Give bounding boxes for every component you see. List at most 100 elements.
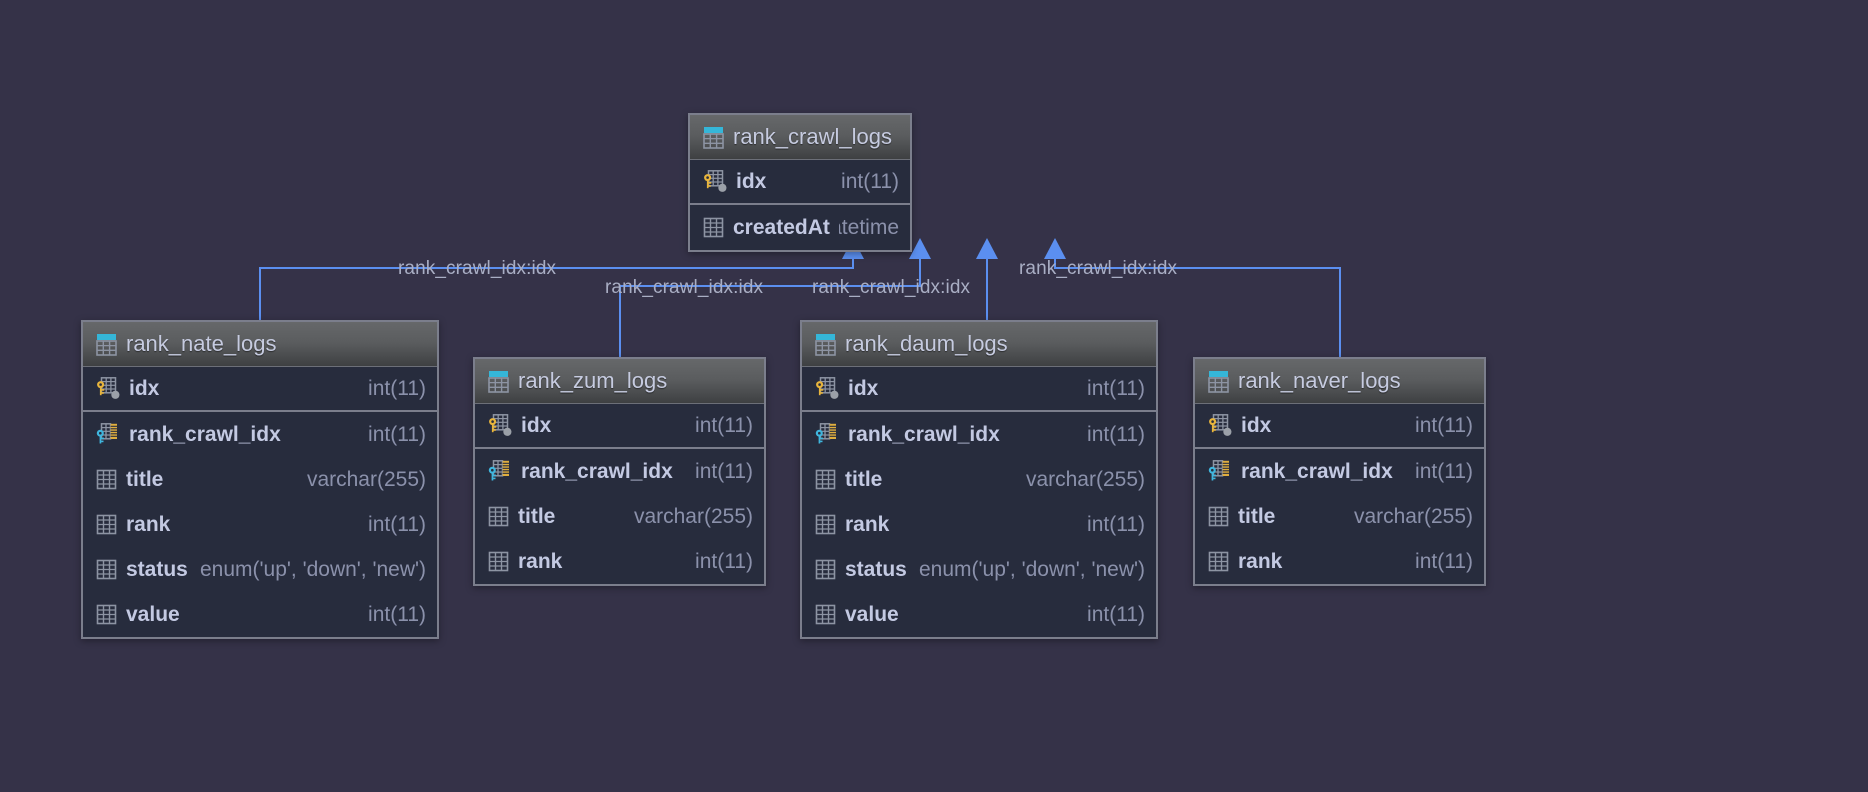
- field-type: varchar(255): [633, 504, 753, 528]
- field-name: idx: [736, 169, 767, 193]
- relation-label-rel-daum: rank_crawl_idx:idx: [812, 277, 971, 298]
- table-title: rank_zum_logs: [518, 368, 668, 393]
- field-type: int(11): [695, 549, 753, 573]
- field-row-rank_nate_logs-value[interactable]: value int(11): [83, 592, 437, 637]
- table-card-rank_crawl_logs[interactable]: rank_crawl_logs idx int(11) createdAt te…: [688, 113, 912, 252]
- field-type: int(11): [1415, 413, 1473, 437]
- relation-arrowhead-rel-zum: [909, 238, 931, 259]
- field-name: title: [1238, 504, 1276, 528]
- field-row-rank_naver_logs-title[interactable]: title varchar(255): [1195, 494, 1484, 539]
- relation-arrowhead-rel-daum: [976, 238, 998, 259]
- column-icon: [96, 604, 117, 625]
- field-name: idx: [129, 376, 160, 400]
- field-row-rank_nate_logs-title[interactable]: title varchar(255): [83, 457, 437, 502]
- field-type: int(11): [368, 512, 426, 536]
- field-row-rank_nate_logs-status[interactable]: status enum('up', 'down', 'new'): [83, 547, 437, 592]
- field-name: idx: [521, 413, 552, 437]
- table-header-rank_daum_logs[interactable]: rank_daum_logs: [802, 322, 1156, 367]
- field-row-rank_nate_logs-rank_crawl_idx[interactable]: rank_crawl_idx int(11): [83, 412, 437, 457]
- field-row-rank_nate_logs-idx[interactable]: idx int(11): [83, 367, 437, 412]
- field-row-rank_crawl_logs-idx[interactable]: idx int(11): [690, 160, 910, 205]
- table-header-rank_naver_logs[interactable]: rank_naver_logs: [1195, 359, 1484, 404]
- table-icon: [488, 370, 509, 393]
- field-row-rank_zum_logs-rank[interactable]: rank int(11): [475, 539, 764, 584]
- field-type: int(11): [1087, 602, 1145, 626]
- field-row-rank_naver_logs-rank[interactable]: rank int(11): [1195, 539, 1484, 584]
- table-card-rank_nate_logs[interactable]: rank_nate_logs idx int(11) rank_crawl_id…: [81, 320, 439, 639]
- field-row-rank_zum_logs-rank_crawl_idx[interactable]: rank_crawl_idx int(11): [475, 449, 764, 494]
- column-icon: [488, 551, 509, 572]
- field-row-rank_daum_logs-idx[interactable]: idx int(11): [802, 367, 1156, 412]
- column-icon: [96, 469, 117, 490]
- foreign-key-icon: [96, 423, 117, 444]
- primary-key-icon: [704, 170, 727, 192]
- field-row-rank_daum_logs-title[interactable]: title varchar(255): [802, 457, 1156, 502]
- field-type: datetime: [839, 215, 899, 239]
- field-row-rank_daum_logs-status[interactable]: status enum('up', 'down', 'new'): [802, 547, 1156, 592]
- table-icon: [96, 333, 117, 356]
- column-icon: [488, 506, 509, 527]
- field-name: status: [845, 557, 907, 581]
- field-name: status: [126, 557, 188, 581]
- field-name: idx: [1241, 413, 1272, 437]
- field-type: int(11): [368, 376, 426, 400]
- table-title: rank_naver_logs: [1238, 368, 1401, 393]
- column-icon: [815, 559, 836, 580]
- table-card-rank_naver_logs[interactable]: rank_naver_logs idx int(11) rank_crawl_i…: [1193, 357, 1486, 586]
- foreign-key-icon: [488, 460, 509, 481]
- field-name: rank: [518, 549, 563, 573]
- primary-key-icon: [489, 414, 512, 436]
- field-type: int(11): [695, 413, 753, 437]
- field-row-rank_zum_logs-idx[interactable]: idx int(11): [475, 404, 764, 449]
- table-icon: [703, 126, 724, 149]
- field-type: int(11): [1415, 459, 1473, 483]
- table-card-rank_daum_logs[interactable]: rank_daum_logs idx int(11) rank_crawl_id…: [800, 320, 1158, 639]
- field-type: int(11): [1087, 512, 1145, 536]
- column-icon: [815, 514, 836, 535]
- column-icon: [96, 514, 117, 535]
- field-name: idx: [848, 376, 879, 400]
- table-header-rank_zum_logs[interactable]: rank_zum_logs: [475, 359, 764, 404]
- field-type: int(11): [368, 602, 426, 626]
- field-row-rank_daum_logs-rank[interactable]: rank int(11): [802, 502, 1156, 547]
- table-card-rank_zum_logs[interactable]: rank_zum_logs idx int(11) rank_crawl_idx…: [473, 357, 766, 586]
- table-title: rank_crawl_logs: [733, 124, 892, 149]
- field-type: enum('up', 'down', 'new'): [919, 557, 1145, 581]
- field-name: value: [845, 602, 899, 626]
- field-type: int(11): [841, 169, 899, 193]
- field-type: varchar(255): [1025, 467, 1145, 491]
- field-type: int(11): [695, 459, 753, 483]
- column-icon: [1208, 506, 1229, 527]
- table-header-rank_crawl_logs[interactable]: rank_crawl_logs: [690, 115, 910, 160]
- foreign-key-icon: [815, 423, 836, 444]
- relation-label-rel-nate: rank_crawl_idx:idx: [398, 258, 557, 279]
- primary-key-icon: [97, 377, 120, 399]
- column-icon: [815, 604, 836, 625]
- table-icon: [1208, 370, 1229, 393]
- field-name: rank: [126, 512, 171, 536]
- er-diagram-canvas[interactable]: rank_crawl_idx:idx rank_crawl_idx:idx rank…: [0, 0, 1868, 792]
- field-row-rank_nate_logs-rank[interactable]: rank int(11): [83, 502, 437, 547]
- field-name: title: [518, 504, 556, 528]
- relation-line-rel-nate: [259, 240, 854, 320]
- table-header-rank_nate_logs[interactable]: rank_nate_logs: [83, 322, 437, 367]
- table-title: rank_nate_logs: [126, 331, 277, 356]
- field-type: int(11): [1087, 422, 1145, 446]
- column-icon: [703, 217, 724, 238]
- field-type: enum('up', 'down', 'new'): [200, 557, 426, 581]
- field-type: varchar(255): [1353, 504, 1473, 528]
- field-row-rank_daum_logs-value[interactable]: value int(11): [802, 592, 1156, 637]
- field-row-rank_crawl_logs-createdAt[interactable]: createdAt datetime: [690, 205, 910, 250]
- field-row-rank_naver_logs-idx[interactable]: idx int(11): [1195, 404, 1484, 449]
- field-type: varchar(255): [306, 467, 426, 491]
- relation-label-rel-zum: rank_crawl_idx:idx: [605, 277, 764, 298]
- field-name: rank_crawl_idx: [1241, 459, 1393, 483]
- table-title: rank_daum_logs: [845, 331, 1008, 356]
- field-row-rank_daum_logs-rank_crawl_idx[interactable]: rank_crawl_idx int(11): [802, 412, 1156, 457]
- field-row-rank_naver_logs-rank_crawl_idx[interactable]: rank_crawl_idx int(11): [1195, 449, 1484, 494]
- field-type: int(11): [1415, 549, 1473, 573]
- field-type: int(11): [1087, 376, 1145, 400]
- field-row-rank_zum_logs-title[interactable]: title varchar(255): [475, 494, 764, 539]
- column-icon: [815, 469, 836, 490]
- field-name: rank_crawl_idx: [521, 459, 673, 483]
